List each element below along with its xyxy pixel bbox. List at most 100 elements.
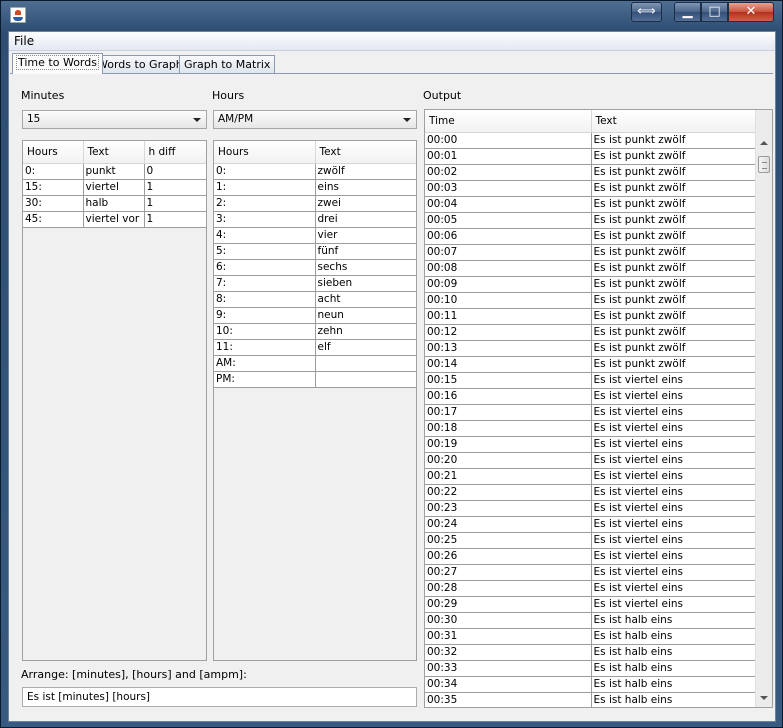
table-row[interactable]: PM: (214, 371, 416, 388)
table-cell[interactable]: acht (315, 291, 416, 308)
table-cell[interactable]: Es ist viertel eins (591, 404, 756, 421)
table-cell[interactable]: 00:10 (425, 292, 592, 309)
column-header[interactable]: Hours (23, 141, 84, 164)
table-cell[interactable]: sechs (315, 259, 416, 276)
table-cell[interactable]: 00:05 (425, 212, 592, 229)
table-row[interactable]: 00:10 Es ist punkt zwölf (425, 292, 756, 309)
tab-time-to-words[interactable]: Time to Words (12, 53, 103, 74)
table-cell[interactable]: 30: (23, 195, 84, 212)
table-row[interactable]: 00:28 Es ist viertel eins (425, 580, 756, 597)
table-cell[interactable]: eins (315, 179, 416, 196)
table-cell[interactable]: Es ist punkt zwölf (591, 132, 756, 149)
table-row[interactable]: 15: viertel 1 (23, 179, 206, 196)
table-cell[interactable]: Es ist punkt zwölf (591, 164, 756, 181)
arrange-input[interactable]: Es ist [minutes] [hours] (22, 687, 417, 707)
table-cell[interactable]: 00:23 (425, 500, 592, 517)
table-row[interactable]: 30: halb 1 (23, 195, 206, 212)
table-cell[interactable]: Es ist punkt zwölf (591, 276, 756, 293)
table-cell[interactable]: 0 (144, 163, 206, 180)
table-row[interactable]: 00:27 Es ist viertel eins (425, 564, 756, 581)
table-cell[interactable]: Es ist punkt zwölf (591, 180, 756, 197)
table-cell[interactable]: 00:34 (425, 676, 592, 693)
table-cell[interactable]: 00:19 (425, 436, 592, 453)
table-cell[interactable]: Es ist punkt zwölf (591, 212, 756, 229)
tab-graph-to-matrix[interactable]: Graph to Matrix (179, 55, 276, 73)
table-row[interactable]: 00:07 Es ist punkt zwölf (425, 244, 756, 261)
table-cell[interactable]: Es ist viertel eins (591, 532, 756, 549)
table-row[interactable]: 2: zwei (214, 195, 416, 212)
column-header[interactable]: Text (591, 110, 756, 133)
table-cell[interactable]: viertel (83, 179, 145, 196)
table-row[interactable]: 00:33 Es ist halb eins (425, 660, 756, 677)
table-cell[interactable]: Es ist punkt zwölf (591, 244, 756, 261)
table-cell[interactable]: vier (315, 227, 416, 244)
output-scrollbar[interactable] (755, 110, 772, 707)
column-header[interactable]: h diff (144, 141, 206, 164)
table-cell[interactable]: Es ist punkt zwölf (591, 228, 756, 245)
table-cell[interactable]: 00:33 (425, 660, 592, 677)
table-row[interactable]: AM: (214, 355, 416, 372)
table-cell[interactable]: PM: (214, 371, 316, 388)
table-cell[interactable]: 00:02 (425, 164, 592, 181)
menu-file[interactable]: File (14, 34, 34, 48)
table-cell[interactable]: 1 (144, 179, 206, 196)
table-row[interactable]: 00:14 Es ist punkt zwölf (425, 356, 756, 373)
table-cell[interactable]: 00:27 (425, 564, 592, 581)
table-row[interactable]: 8: acht (214, 291, 416, 308)
table-row[interactable]: 5: fünf (214, 243, 416, 260)
table-cell[interactable]: Es ist viertel eins (591, 372, 756, 389)
table-cell[interactable]: Es ist halb eins (591, 612, 756, 629)
table-cell[interactable] (315, 371, 416, 388)
table-cell[interactable]: 1 (144, 195, 206, 212)
table-cell[interactable]: neun (315, 307, 416, 324)
table-cell[interactable]: Es ist punkt zwölf (591, 292, 756, 309)
table-cell[interactable]: Es ist viertel eins (591, 436, 756, 453)
table-cell[interactable]: Es ist halb eins (591, 644, 756, 661)
table-row[interactable]: 00:06 Es ist punkt zwölf (425, 228, 756, 245)
table-cell[interactable]: halb (83, 195, 145, 212)
table-cell[interactable]: 45: (23, 211, 84, 228)
table-cell[interactable]: Es ist viertel eins (591, 580, 756, 597)
table-row[interactable]: 00:05 Es ist punkt zwölf (425, 212, 756, 229)
table-cell[interactable]: Es ist punkt zwölf (591, 340, 756, 357)
table-row[interactable]: 00:00 Es ist punkt zwölf (425, 132, 756, 149)
table-row[interactable]: 00:15 Es ist viertel eins (425, 372, 756, 389)
table-row[interactable]: 00:12 Es ist punkt zwölf (425, 324, 756, 341)
table-row[interactable]: 00:25 Es ist viertel eins (425, 532, 756, 549)
table-cell[interactable]: 00:01 (425, 148, 592, 165)
table-row[interactable]: 00:09 Es ist punkt zwölf (425, 276, 756, 293)
table-cell[interactable]: 00:31 (425, 628, 592, 645)
table-row[interactable]: 00:21 Es ist viertel eins (425, 468, 756, 485)
table-row[interactable]: 4: vier (214, 227, 416, 244)
table-cell[interactable]: 00:00 (425, 132, 592, 149)
title-bar[interactable]: ⟺ ▁ □ ✕ (1, 1, 782, 29)
table-row[interactable]: 00:32 Es ist halb eins (425, 644, 756, 661)
table-row[interactable]: 00:29 Es ist viertel eins (425, 596, 756, 613)
table-cell[interactable]: 9: (214, 307, 316, 324)
table-row[interactable]: 10: zehn (214, 323, 416, 340)
table-cell[interactable]: Es ist viertel eins (591, 484, 756, 501)
table-cell[interactable]: Es ist halb eins (591, 676, 756, 693)
resize-button[interactable]: ⟺ (631, 2, 662, 22)
table-row[interactable]: 00:18 Es ist viertel eins (425, 420, 756, 437)
table-cell[interactable]: 2: (214, 195, 316, 212)
table-cell[interactable]: Es ist halb eins (591, 692, 756, 707)
table-row[interactable]: 00:17 Es ist viertel eins (425, 404, 756, 421)
table-cell[interactable]: 1: (214, 179, 316, 196)
table-cell[interactable]: 00:16 (425, 388, 592, 405)
table-cell[interactable]: 6: (214, 259, 316, 276)
table-cell[interactable]: 00:06 (425, 228, 592, 245)
table-cell[interactable]: 00:13 (425, 340, 592, 357)
table-cell[interactable]: fünf (315, 243, 416, 260)
table-cell[interactable]: punkt (83, 163, 145, 180)
table-cell[interactable]: 00:20 (425, 452, 592, 469)
table-row[interactable]: 00:16 Es ist viertel eins (425, 388, 756, 405)
table-row[interactable]: 00:08 Es ist punkt zwölf (425, 260, 756, 277)
table-row[interactable]: 00:35 Es ist halb eins (425, 692, 756, 707)
table-row[interactable]: 00:30 Es ist halb eins (425, 612, 756, 629)
table-cell[interactable]: 3: (214, 211, 316, 228)
table-row[interactable]: 00:13 Es ist punkt zwölf (425, 340, 756, 357)
table-cell[interactable]: viertel vor (83, 211, 145, 228)
table-cell[interactable]: Es ist punkt zwölf (591, 260, 756, 277)
column-header[interactable]: Hours (214, 141, 316, 164)
